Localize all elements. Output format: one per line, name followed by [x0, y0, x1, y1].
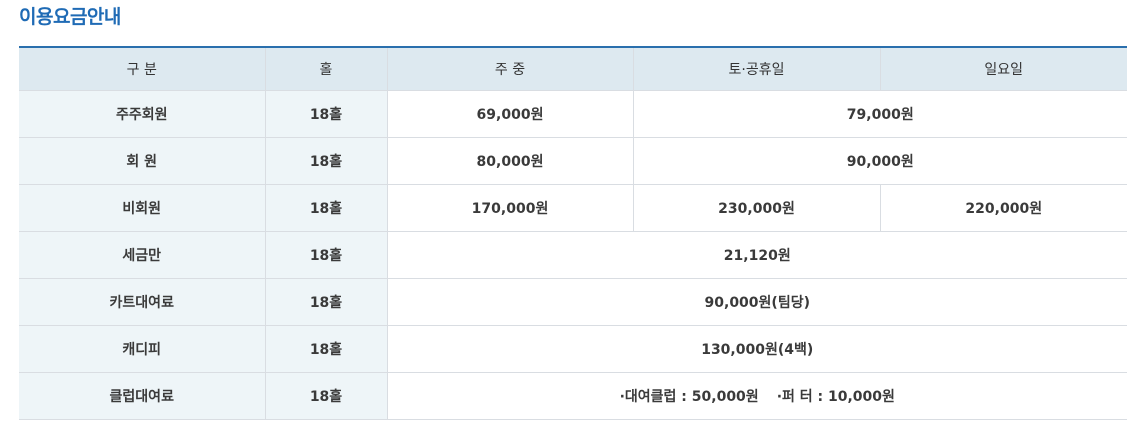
- weekday-fee: 80,000원: [387, 137, 634, 185]
- header-sunday: 일요일: [880, 47, 1127, 91]
- row-label: 클럽대여료: [19, 372, 266, 420]
- table-row: 클럽대여료 18홀 ·대여클럽 : 50,000원 ·퍼 터 : 10,000원: [19, 372, 1127, 420]
- header-holes: 홀: [265, 47, 388, 91]
- weekday-fee: 69,000원: [387, 90, 634, 138]
- header-weekday: 주 중: [387, 47, 634, 91]
- table-row: 캐디피 18홀 130,000원(4백): [19, 325, 1127, 373]
- putter-rental-fee: ·퍼 터 : 10,000원: [776, 389, 895, 405]
- table-row: 카트대여료 18홀 90,000원(팀당): [19, 278, 1127, 326]
- row-label: 회 원: [19, 137, 266, 185]
- header-category: 구 분: [19, 47, 266, 91]
- row-holes: 18홀: [265, 137, 388, 185]
- row-label: 주주회원: [19, 90, 266, 138]
- row-holes: 18홀: [265, 325, 388, 373]
- table-row: 세금만 18홀 21,120원: [19, 231, 1127, 279]
- fee-cell: 130,000원(4백): [387, 325, 1127, 373]
- row-label: 카트대여료: [19, 278, 266, 326]
- row-holes: 18홀: [265, 372, 388, 420]
- table-row: 주주회원 18홀 69,000원 79,000원: [19, 90, 1127, 138]
- weekend-fee: 90,000원: [633, 137, 1127, 185]
- page-title: 이용요금안내: [19, 6, 121, 28]
- row-holes: 18홀: [265, 231, 388, 279]
- fee-table: 구 분 홀 주 중 토·공휴일 일요일 주주회원 18홀 69,000원 79,…: [19, 46, 1127, 420]
- row-holes: 18홀: [265, 184, 388, 232]
- row-label: 세금만: [19, 231, 266, 279]
- saturday-fee: 230,000원: [633, 184, 881, 232]
- table-header-row: 구 분 홀 주 중 토·공휴일 일요일: [19, 47, 1127, 91]
- table-row: 비회원 18홀 170,000원 230,000원 220,000원: [19, 184, 1127, 232]
- row-holes: 18홀: [265, 90, 388, 138]
- header-saturday-holiday: 토·공휴일: [633, 47, 881, 91]
- table-row: 회 원 18홀 80,000원 90,000원: [19, 137, 1127, 185]
- row-label: 캐디피: [19, 325, 266, 373]
- fee-cell: 21,120원: [387, 231, 1127, 279]
- row-label: 비회원: [19, 184, 266, 232]
- row-holes: 18홀: [265, 278, 388, 326]
- weekend-fee: 79,000원: [633, 90, 1127, 138]
- fee-cell: 90,000원(팀당): [387, 278, 1127, 326]
- club-rental-fee: ·대여클럽 : 50,000원: [619, 389, 759, 405]
- sunday-fee: 220,000원: [880, 184, 1127, 232]
- fee-cell: ·대여클럽 : 50,000원 ·퍼 터 : 10,000원: [387, 372, 1127, 420]
- weekday-fee: 170,000원: [387, 184, 634, 232]
